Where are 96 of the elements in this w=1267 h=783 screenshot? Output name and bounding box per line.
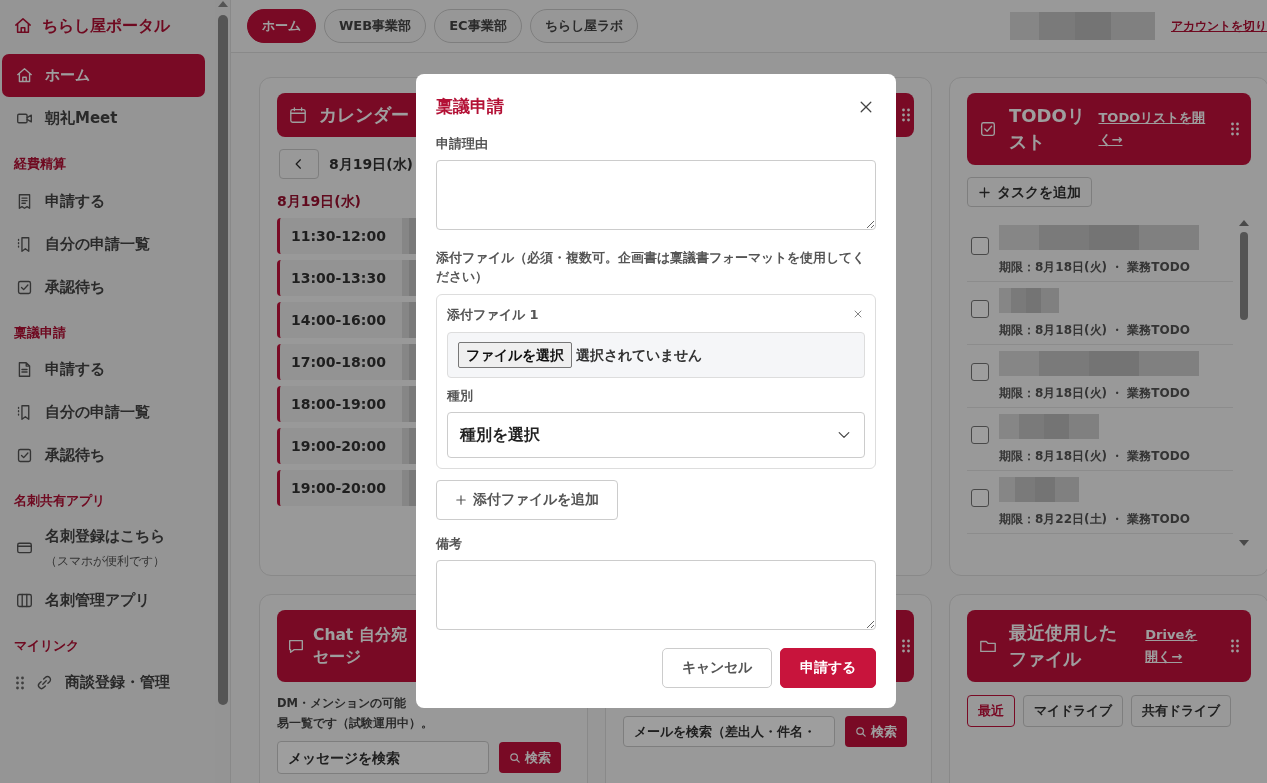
link-icon xyxy=(36,674,53,691)
top-tab[interactable]: EC事業部 xyxy=(434,9,522,43)
sidebar-item[interactable]: 自分の申請一覧 xyxy=(2,391,205,434)
task-checkbox[interactable] xyxy=(971,426,989,444)
checkbox-icon xyxy=(16,278,33,296)
home-icon xyxy=(14,17,32,35)
search-icon xyxy=(855,725,867,738)
event-time: 13:00-13:30 xyxy=(291,268,386,288)
attachment-title: 添付ファイル 1 xyxy=(447,305,539,324)
search-button[interactable]: 検索 xyxy=(499,742,561,774)
scroll-up-icon[interactable] xyxy=(217,0,228,7)
event-time: 11:30-12:00 xyxy=(291,226,386,246)
sidebar-section-title: マイリンク xyxy=(13,636,80,655)
checkbox-icon xyxy=(979,120,997,138)
event-time: 19:00-20:00 xyxy=(291,478,386,498)
sidebar-item[interactable]: 申請する xyxy=(2,348,205,391)
drag-handle-icon[interactable] xyxy=(16,675,24,690)
top-tab[interactable]: ホーム xyxy=(247,9,316,43)
type-select[interactable]: 種別を選択 xyxy=(447,411,865,458)
checkbox-icon xyxy=(16,447,33,464)
cancel-button[interactable]: キャンセル xyxy=(662,647,772,688)
event-time: 18:00-19:00 xyxy=(291,394,386,414)
document-icon xyxy=(16,361,33,378)
field-label: 種別 xyxy=(447,387,474,406)
sidebar-item[interactable]: 承認待ち xyxy=(2,265,205,309)
sidebar-item[interactable]: 名刺管理アプリ xyxy=(2,578,205,622)
field-label: 備考 xyxy=(436,534,463,553)
top-tab[interactable]: ちらし屋ラボ xyxy=(529,9,638,43)
modal-title: 稟議申請 xyxy=(436,95,504,118)
add-attachment-button[interactable]: 添付ファイルを追加 xyxy=(436,479,618,520)
task-checkbox[interactable] xyxy=(971,237,989,255)
event-time: 17:00-18:00 xyxy=(291,352,386,372)
sidebar-item[interactable]: 朝礼Meet xyxy=(2,97,205,140)
brand-title: ちらし屋ポータル xyxy=(42,15,170,37)
search-field[interactable]: メールを検索（差出人・件名・ xyxy=(623,716,835,747)
card-title: カレンダー xyxy=(319,102,409,127)
choose-file-button[interactable]: ファイルを選択 xyxy=(458,342,572,369)
plus-icon xyxy=(978,185,991,199)
scroll-down-icon[interactable] xyxy=(1239,540,1249,547)
calendar-icon xyxy=(289,106,307,124)
date-label: 8月19日(水) xyxy=(329,154,414,174)
add-task-button[interactable]: タスクを追加 xyxy=(967,177,1092,207)
scrollbar-thumb[interactable] xyxy=(217,15,228,705)
task-meta: 期限：8月18日(火) ・ 業務TODO xyxy=(999,448,1190,465)
home-icon xyxy=(16,67,33,84)
reason-field[interactable] xyxy=(436,159,876,230)
search-button[interactable]: 検索 xyxy=(845,716,907,747)
task-checkbox[interactable] xyxy=(971,489,989,507)
columns-icon xyxy=(16,591,33,609)
drag-handle-icon[interactable] xyxy=(902,639,910,653)
sidebar-item[interactable]: 自分の申請一覧 xyxy=(2,222,205,266)
task-checkbox[interactable] xyxy=(971,363,989,381)
sidebar-section-title: 稟議申請 xyxy=(13,323,67,342)
field-label: 添付ファイル（必須・複数可。企画書は稟議書フォーマットを使用してください） xyxy=(436,248,866,287)
file-filter-tab[interactable]: 最近 xyxy=(967,695,1015,727)
notes-field[interactable] xyxy=(436,559,876,630)
card-description: DM・メンションの可能 易一覧です（試験運用中）。 xyxy=(277,695,434,732)
sidebar-section-title: 名刺共有アプリ xyxy=(13,492,106,510)
sidebar-item[interactable]: 申請する xyxy=(2,179,205,223)
sidebar-item[interactable]: 承認待ち xyxy=(2,434,205,477)
field-label: 申請理由 xyxy=(436,134,489,153)
event-time: 19:00-20:00 xyxy=(291,436,386,456)
scroll-up-icon[interactable] xyxy=(1239,219,1249,226)
sidebar-section-title: 経費精算 xyxy=(12,155,67,173)
file-filter-tab[interactable]: 共有ドライブ xyxy=(1131,695,1231,727)
close-icon xyxy=(853,309,863,320)
submit-button[interactable]: 申請する xyxy=(780,647,876,688)
receipt-icon xyxy=(16,192,33,210)
file-filter-tab[interactable]: マイドライブ xyxy=(1023,695,1123,727)
scrollbar-thumb[interactable] xyxy=(1240,232,1248,320)
day-heading: 8月19日(水) xyxy=(277,192,363,211)
task-checkbox[interactable] xyxy=(971,300,989,318)
drag-handle-icon[interactable] xyxy=(1231,639,1239,653)
task-meta: 期限：8月22日(土) ・ 業務TODO xyxy=(999,511,1190,528)
plus-icon xyxy=(455,493,467,506)
card-title: TODOリスト xyxy=(1009,103,1086,154)
top-tab[interactable]: WEB事業部 xyxy=(324,9,427,43)
sidebar-item[interactable]: ホーム xyxy=(2,54,205,97)
drag-handle-icon[interactable] xyxy=(1231,122,1239,136)
blurred-text xyxy=(999,288,1059,313)
account-switch-link[interactable]: アカウントを切り xyxy=(1171,17,1267,35)
file-status: 選択されていません xyxy=(576,345,702,365)
search-icon xyxy=(509,751,521,764)
task-meta: 期限：8月18日(火) ・ 業務TODO xyxy=(999,385,1191,402)
card-title: Chat 自分宛 セージ xyxy=(313,624,407,668)
task-meta: 期限：8月18日(火) ・ 業務TODO xyxy=(999,259,1191,276)
card-title: 最近使用したファイル xyxy=(1009,620,1118,671)
sidebar-item[interactable]: 名刺登録はこちら （スマホが便利です） xyxy=(2,516,205,579)
search-field[interactable]: メッセージを検索 xyxy=(277,741,489,775)
sidebar-item[interactable]: 商談登録・管理 xyxy=(2,661,205,704)
open-link[interactable]: TODOリストを開く→ xyxy=(1098,106,1207,152)
event-time: 14:00-16:00 xyxy=(291,310,386,330)
drag-handle-icon[interactable] xyxy=(902,108,910,122)
chat-bubble-icon xyxy=(287,637,305,655)
open-link[interactable]: Driveを開く→ xyxy=(1145,623,1207,669)
task-meta: 期限：8月18日(火) ・ 業務TODO xyxy=(999,322,1190,339)
